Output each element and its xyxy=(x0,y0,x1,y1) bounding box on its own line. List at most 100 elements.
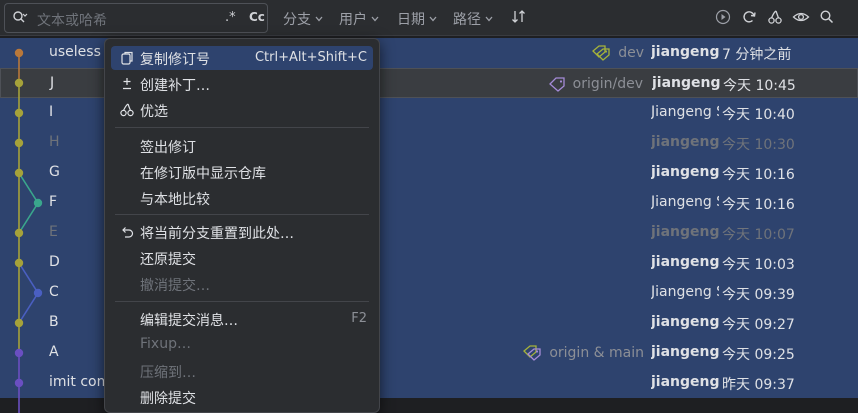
chevron-down-icon xyxy=(315,16,323,22)
play-icon[interactable] xyxy=(714,8,732,26)
chevron-down-icon xyxy=(485,16,493,22)
menu-item-squash-into: 压缩到… xyxy=(111,359,373,383)
commit-graph xyxy=(14,48,43,413)
menu-item-label: 复制修订号 xyxy=(140,52,210,68)
commit-author: jiangeng xyxy=(651,374,719,390)
commit-author: jiangeng xyxy=(651,134,719,150)
branch-filter[interactable]: 分支 xyxy=(283,9,324,29)
commit-date: 今天 09:25 xyxy=(722,347,795,363)
menu-item-copy-revision[interactable]: 复制修订号 Ctrl+Alt+Shift+C xyxy=(111,46,373,70)
chevron-down-icon xyxy=(371,16,379,22)
date-filter[interactable]: 日期 xyxy=(397,9,438,29)
commit-node xyxy=(14,108,24,118)
menu-item-undo-commit: 撤消提交… xyxy=(111,272,373,296)
menu-item-checkout-revision[interactable]: 签出修订 xyxy=(111,134,373,158)
branch-ref-label: dev xyxy=(590,44,644,62)
menu-item-edit-message[interactable]: 编辑提交消息… F2 xyxy=(111,307,373,331)
commit-author: Jiangeng S xyxy=(651,104,719,120)
commit-node xyxy=(14,48,24,58)
copy-icon xyxy=(121,51,133,65)
eye-icon[interactable] xyxy=(792,8,810,26)
ref-name: origin/dev xyxy=(572,76,643,92)
path-filter[interactable]: 路径 xyxy=(453,9,494,29)
menu-item-show-repo-at-revision[interactable]: 在修订版中显示仓库 xyxy=(111,160,373,184)
shortcut-label: F2 xyxy=(351,311,367,326)
shortcut-label: Ctrl+Alt+Shift+C xyxy=(254,50,367,65)
commit-author: jiangeng xyxy=(651,314,719,330)
commit-node xyxy=(14,348,24,358)
path-filter-label: 路径 xyxy=(453,12,481,28)
menu-item-compare-with-local[interactable]: 与本地比较 xyxy=(111,186,373,210)
menu-item-drop-commits[interactable]: 删除提交 xyxy=(111,385,373,409)
commit-author: jiangeng xyxy=(651,344,719,360)
chevron-down-icon xyxy=(429,16,437,22)
menu-separator xyxy=(115,127,369,128)
patch-icon xyxy=(123,78,131,90)
user-filter[interactable]: 用户 xyxy=(339,9,380,29)
menu-item-label: 优选 xyxy=(140,104,168,120)
commit-date: 今天 10:16 xyxy=(722,167,795,183)
commit-context-menu: 复制修订号 Ctrl+Alt+Shift+C 创建补丁… 优选 签出修订 在修订… xyxy=(104,38,380,413)
menu-item-label: 签出修订 xyxy=(140,140,196,156)
commit-date: 今天 10:30 xyxy=(722,137,795,153)
commit-author: jiangeng xyxy=(651,224,719,240)
ref-name: dev xyxy=(618,45,644,61)
commit-node xyxy=(14,168,24,178)
menu-item-label: 压缩到… xyxy=(140,365,196,381)
tag-icon xyxy=(548,77,565,92)
menu-item-label: 删除提交 xyxy=(140,391,196,407)
menu-item-create-patch[interactable]: 创建补丁… xyxy=(111,72,373,96)
match-case-toggle[interactable]: Cc xyxy=(249,10,265,24)
commit-node xyxy=(14,138,24,148)
menu-item-label: 将当前分支重置到此处… xyxy=(140,226,294,242)
ref-name: origin & main xyxy=(549,345,644,361)
menu-separator xyxy=(115,301,369,302)
menu-item-label: 在修订版中显示仓库 xyxy=(140,166,266,182)
commit-node xyxy=(14,228,24,238)
log-toolbar: 文本或哈希 .* Cc 分支 用户 日期 路径 xyxy=(0,0,858,36)
cherry-pick-icon xyxy=(120,103,134,117)
sort-icon[interactable] xyxy=(510,8,528,26)
commit-date: 今天 10:45 xyxy=(723,78,796,94)
menu-item-label: 与本地比较 xyxy=(140,192,210,208)
commit-node xyxy=(14,318,24,328)
menu-item-label: 创建补丁… xyxy=(140,78,210,94)
search-input[interactable]: 文本或哈希 .* Cc xyxy=(4,3,268,33)
menu-separator xyxy=(115,214,369,215)
commit-date: 今天 09:27 xyxy=(722,317,795,333)
commit-node xyxy=(14,258,24,268)
commit-author: jiangeng xyxy=(651,164,719,180)
branch-ref-label: origin & main xyxy=(521,344,644,362)
commit-node xyxy=(14,378,24,388)
commit-date: 今天 10:07 xyxy=(722,227,795,243)
commit-author: jiangeng xyxy=(651,254,719,270)
commit-author: Jiangeng S xyxy=(651,194,719,210)
menu-item-label: Fixup… xyxy=(140,336,191,352)
menu-item-reset-branch[interactable]: 将当前分支重置到此处… xyxy=(111,220,373,244)
commit-date: 7 分钟之前 xyxy=(722,47,792,63)
undo-icon xyxy=(122,227,134,238)
commit-date: 今天 10:16 xyxy=(722,197,795,213)
refresh-icon[interactable] xyxy=(740,8,758,26)
cherry-pick-icon[interactable] xyxy=(766,8,784,26)
commit-author: jiangeng xyxy=(652,75,720,91)
tag-icon xyxy=(592,45,610,61)
commit-date: 今天 10:03 xyxy=(722,257,795,273)
date-filter-label: 日期 xyxy=(397,12,425,28)
user-filter-label: 用户 xyxy=(339,12,367,28)
menu-item-cherry-pick[interactable]: 优选 xyxy=(111,98,373,122)
commit-author: Jiangeng S xyxy=(651,284,719,300)
branch-ref-label: origin/dev xyxy=(545,75,643,93)
search-history-icon[interactable] xyxy=(12,10,28,26)
menu-item-label: 还原提交 xyxy=(140,252,196,268)
regex-toggle[interactable]: .* xyxy=(225,10,236,25)
search-placeholder: 文本或哈希 xyxy=(37,13,107,29)
tag-icon xyxy=(523,345,541,361)
menu-item-label: 撤消提交… xyxy=(140,278,210,294)
commit-node xyxy=(33,198,43,208)
commit-author: jiangeng xyxy=(651,44,719,60)
commit-date: 今天 09:39 xyxy=(722,287,795,303)
menu-item-revert-commit[interactable]: 还原提交 xyxy=(111,246,373,270)
search-icon[interactable] xyxy=(818,8,836,26)
menu-item-fixup: Fixup… xyxy=(111,333,373,357)
